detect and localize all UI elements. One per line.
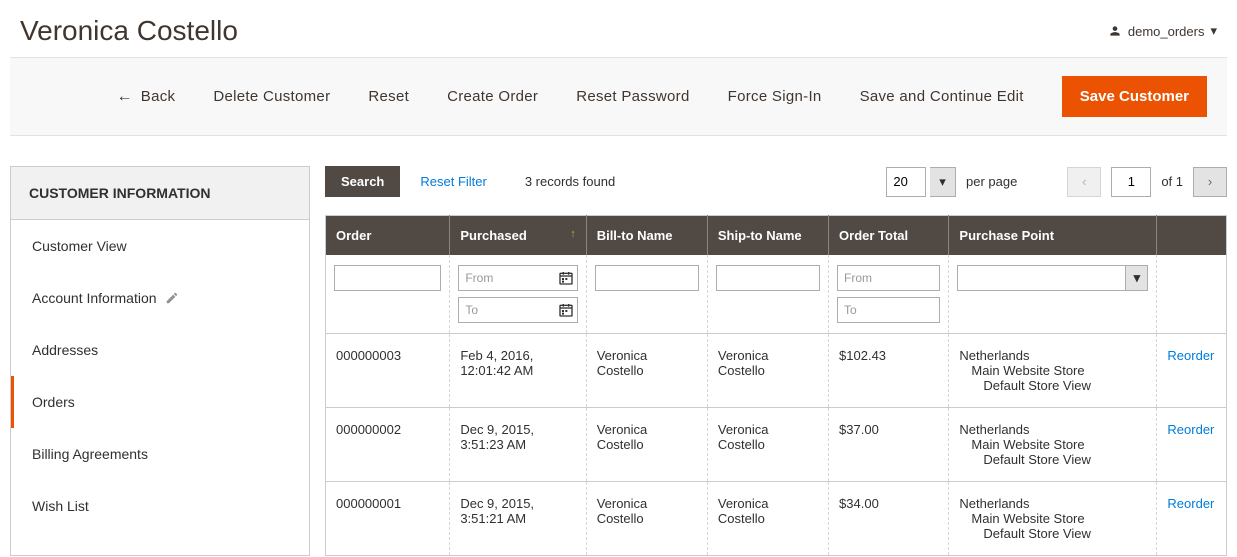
reorder-link[interactable]: Reorder [1167,422,1214,437]
pp-line: Netherlands [959,422,1146,437]
actions-bar: ← Back Delete Customer Reset Create Orde… [10,57,1227,136]
sort-asc-icon: ↑ [570,228,576,240]
chevron-right-icon: › [1208,174,1212,189]
col-header-total[interactable]: Order Total [829,216,949,256]
col-header-action [1157,216,1227,256]
cell-ship-to: Veronica Costello [707,482,828,556]
col-header-order[interactable]: Order [326,216,450,256]
pp-line: Netherlands [959,496,1146,511]
grid-toolbar: Search Reset Filter 3 records found ▾ pe… [325,166,1227,197]
pp-line: Netherlands [959,348,1146,363]
cell-purchased: Feb 4, 2016, 12:01:42 AM [450,334,586,408]
col-header-purchased-label: Purchased [460,228,526,243]
records-found: 3 records found [525,174,615,189]
pp-line: Default Store View [959,378,1146,393]
pp-line: Default Store View [959,452,1146,467]
caret-down-icon: ▾ [1210,23,1217,39]
back-label: Back [141,88,176,105]
page-title: Veronica Costello [20,15,238,47]
cell-purchase-point: Netherlands Main Website Store Default S… [949,334,1157,408]
sidebar-item-label: Customer View [32,238,127,254]
search-button[interactable]: Search [325,166,400,197]
back-button[interactable]: ← Back [116,88,175,106]
cell-purchase-point: Netherlands Main Website Store Default S… [949,482,1157,556]
cell-bill-to: Veronica Costello [586,334,707,408]
col-header-bill-to[interactable]: Bill-to Name [586,216,707,256]
col-header-purchase-point[interactable]: Purchase Point [949,216,1157,256]
reorder-link[interactable]: Reorder [1167,348,1214,363]
sidebar-item-label: Orders [32,394,75,410]
chevron-left-icon: ‹ [1082,174,1086,189]
sidebar-title: CUSTOMER INFORMATION [11,167,309,220]
table-row[interactable]: 000000001 Dec 9, 2015, 3:51:21 AM Veroni… [326,482,1227,556]
sidebar-item-wish-list[interactable]: Wish List [11,480,309,532]
sidebar-item-label: Addresses [32,342,98,358]
reset-password-button[interactable]: Reset Password [576,88,689,105]
user-menu[interactable]: demo_orders ▾ [1108,23,1217,39]
reset-button[interactable]: Reset [368,88,409,105]
delete-customer-button[interactable]: Delete Customer [213,88,330,105]
sidebar-item-label: Wish List [32,498,89,514]
pp-line: Main Website Store [959,363,1146,378]
per-page-input[interactable] [886,167,926,197]
cell-order: 000000003 [326,334,450,408]
filter-total-from[interactable] [837,265,940,291]
force-signin-button[interactable]: Force Sign-In [728,88,822,105]
table-row[interactable]: 000000003 Feb 4, 2016, 12:01:42 AM Veron… [326,334,1227,408]
cell-order: 000000002 [326,408,450,482]
col-header-ship-to[interactable]: Ship-to Name [707,216,828,256]
calendar-icon[interactable] [558,270,574,286]
calendar-icon[interactable] [558,302,574,318]
save-continue-button[interactable]: Save and Continue Edit [860,88,1024,105]
cell-bill-to: Veronica Costello [586,408,707,482]
reset-filter-link[interactable]: Reset Filter [420,174,486,189]
save-customer-button[interactable]: Save Customer [1062,76,1207,117]
sidebar: CUSTOMER INFORMATION Customer View Accou… [10,166,310,556]
table-row[interactable]: 000000002 Dec 9, 2015, 3:51:23 AM Veroni… [326,408,1227,482]
reorder-link[interactable]: Reorder [1167,496,1214,511]
sidebar-item-billing-agreements[interactable]: Billing Agreements [11,428,309,480]
sidebar-item-addresses[interactable]: Addresses [11,324,309,376]
sidebar-item-account-information[interactable]: Account Information [11,272,309,324]
create-order-button[interactable]: Create Order [447,88,538,105]
cell-purchased: Dec 9, 2015, 3:51:21 AM [450,482,586,556]
sidebar-item-customer-view[interactable]: Customer View [11,220,309,272]
cell-total: $34.00 [829,482,949,556]
per-page-label: per page [966,174,1017,189]
cell-ship-to: Veronica Costello [707,408,828,482]
prev-page-button[interactable]: ‹ [1067,167,1101,197]
sidebar-item-label: Account Information [32,290,157,306]
filter-purchase-point-select[interactable] [957,265,1126,291]
filter-order-input[interactable] [334,265,441,291]
pencil-icon [165,291,179,305]
cell-total: $37.00 [829,408,949,482]
of-pages-label: of 1 [1161,174,1183,189]
filter-ship-to-input[interactable] [716,265,820,291]
cell-ship-to: Veronica Costello [707,334,828,408]
sidebar-item-label: Billing Agreements [32,446,148,462]
next-page-button[interactable]: › [1193,167,1227,197]
user-label: demo_orders [1128,24,1205,39]
per-page-dropdown-button[interactable]: ▾ [930,167,956,197]
user-icon [1108,24,1122,38]
cell-purchased: Dec 9, 2015, 3:51:23 AM [450,408,586,482]
pp-line: Default Store View [959,526,1146,541]
cell-total: $102.43 [829,334,949,408]
orders-grid: Order Purchased ↑ Bill-to Name Ship-to N… [325,215,1227,556]
cell-purchase-point: Netherlands Main Website Store Default S… [949,408,1157,482]
col-header-purchased[interactable]: Purchased ↑ [450,216,586,256]
sidebar-item-orders[interactable]: Orders [11,376,309,428]
arrow-left-icon: ← [116,88,132,106]
current-page-input[interactable] [1111,167,1151,197]
filter-purchase-point-dropdown-button[interactable]: ▾ [1126,265,1148,291]
cell-order: 000000001 [326,482,450,556]
cell-bill-to: Veronica Costello [586,482,707,556]
pp-line: Main Website Store [959,437,1146,452]
pp-line: Main Website Store [959,511,1146,526]
filter-bill-to-input[interactable] [595,265,699,291]
filter-total-to[interactable] [837,297,940,323]
